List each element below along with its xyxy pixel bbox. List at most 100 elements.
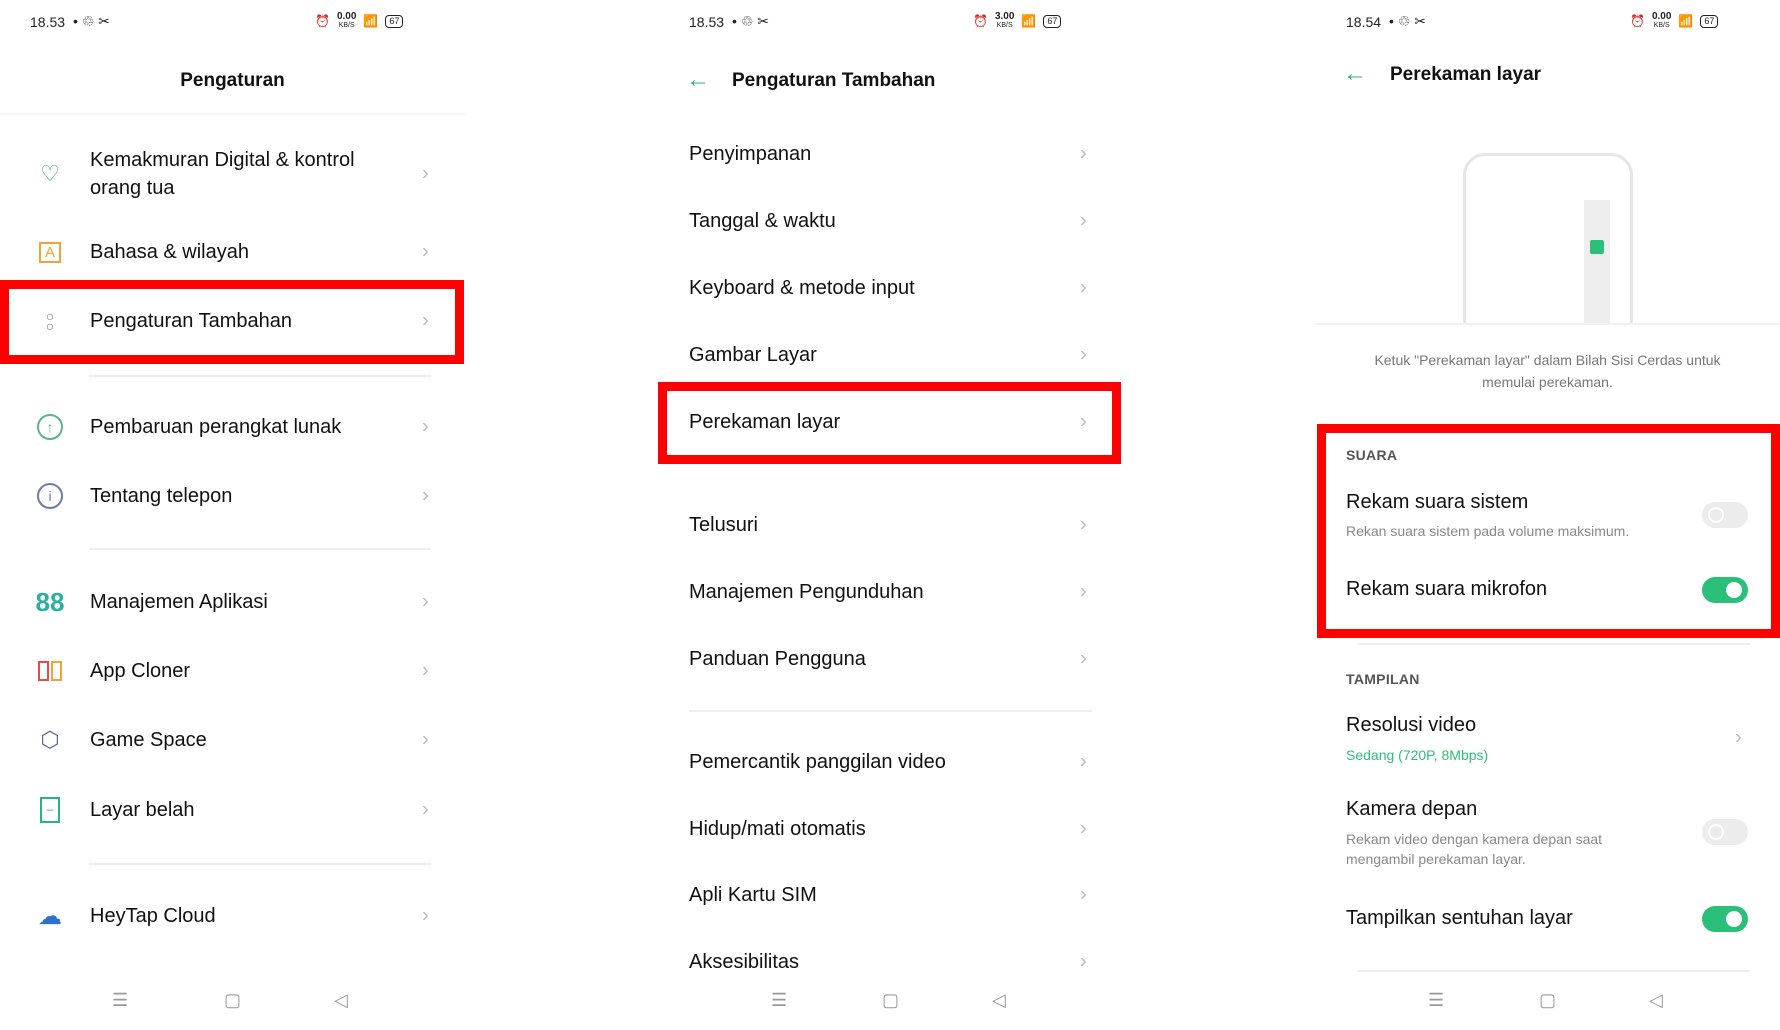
chevron-right-icon: › [422,162,429,185]
item-label: Pembaruan perangkat lunak [90,416,342,438]
app-cloner-icon [36,657,64,685]
settings-item[interactable]: Panduan Pengguna › [658,629,1123,689]
divider [1357,970,1750,972]
settings-item[interactable]: Hidup/mati otomatis › [658,799,1123,859]
item-label: Bahasa & wilayah [90,241,249,263]
home-nav-button[interactable]: ▢ [1539,990,1556,1011]
wifi-icon: 📶 [1678,14,1694,28]
notification-icons: • ♲ ✂ [1389,13,1427,29]
back-arrow-icon[interactable]: ← [1343,60,1367,88]
back-nav-button[interactable]: ◁ [1649,990,1663,1011]
chevron-right-icon: › [1080,750,1087,773]
screen-recording-screen: 18.54 • ♲ ✂ ⏰ 0.00 KB/S 📶 67 ← Perekaman laya… [1315,0,1780,1030]
settings-item[interactable]: Manajemen Pengunduhan › [658,562,1123,622]
menu-nav-button[interactable]: ☰ [112,990,128,1011]
settings-item-game-space[interactable]: ⬡ Game Space › [0,710,465,770]
item-label: Tentang telepon [90,485,233,507]
page-title: Perekaman layar [1390,64,1542,85]
chevron-right-icon: › [1080,647,1087,670]
show-touches-label: Tampilkan sentuhan layar [1346,907,1573,929]
divider [689,710,1092,712]
chevron-right-icon: › [1080,817,1087,840]
menu-nav-button[interactable]: ☰ [1428,990,1444,1011]
net-speed-value: 0.00 [1651,11,1672,22]
chevron-right-icon: › [422,415,429,438]
settings-item[interactable]: Pemercantik panggilan video › [658,732,1123,792]
chevron-right-icon: › [422,798,429,821]
battery-icon: 67 [385,14,404,28]
item-label: Pemercantik panggilan video [689,751,946,773]
language-icon: A [36,238,64,266]
highlight-box [0,280,464,364]
settings-item[interactable]: Aksesibilitas › [658,932,1123,992]
item-label: Manajemen Aplikasi [90,591,268,613]
alarm-icon: ⏰ [315,14,330,28]
software-update-icon: ↑ [36,413,64,441]
digital-wellbeing-icon: ♡ [40,161,60,186]
instruction-caption: Ketuk "Perekaman layar" dalam Bilah Sisi… [1374,352,1721,390]
net-speed: 0.00 KB/S [1652,12,1671,30]
settings-item-language[interactable]: A Bahasa & wilayah › [0,222,465,282]
alarm-icon: ⏰ [1630,14,1645,28]
item-label: Layar belah [90,799,195,821]
alarm-icon: ⏰ [973,14,988,28]
settings-item-heytap-cloud[interactable]: ☁ HeyTap Cloud › [0,886,465,946]
clock: 18.53 [30,13,66,30]
chevron-right-icon: › [1080,513,1087,536]
item-label: Aksesibilitas [689,951,800,973]
split-screen-icon: – [36,796,64,824]
chevron-right-icon: › [1080,580,1087,603]
chevron-right-icon: › [422,728,429,751]
notification-icons: • ♲ ✂ [73,13,111,29]
settings-item[interactable]: Tanggal & waktu › [658,191,1123,251]
settings-item-app-management[interactable]: 88 Manajemen Aplikasi › [0,572,465,632]
settings-item[interactable]: Apli Kartu SIM › [658,865,1123,925]
front-camera-toggle[interactable] [1702,819,1748,845]
front-camera-label: Kamera depan [1346,798,1478,820]
item-label: Manajemen Pengunduhan [689,581,924,603]
net-speed: 0.00 KB/S [337,12,356,30]
game-space-icon: ⬡ [40,727,60,752]
chevron-right-icon: › [1080,142,1087,165]
record-icon [1590,240,1604,254]
phone-illustration [1463,153,1633,323]
net-speed-unit: KB/S [996,22,1013,29]
status-bar: 18.53 • ♲ ✂ [30,13,110,30]
chevron-right-icon: › [422,484,429,507]
header-divider [0,113,465,115]
settings-item-software-update[interactable]: ↑ Pembaruan perangkat lunak › [0,397,465,457]
chevron-right-icon: › [422,590,429,613]
settings-item[interactable]: Gambar Layar › [658,325,1123,385]
settings-item[interactable]: Telusuri › [658,495,1123,555]
chevron-right-icon: › [1080,276,1087,299]
home-nav-button[interactable]: ▢ [882,990,899,1011]
wifi-icon: 📶 [363,14,379,28]
status-icons: ⏰ 0.00 KB/S 📶 67 [315,12,404,30]
item-label: Penyimpanan [689,143,812,165]
apps-icon: 88 [35,586,65,617]
settings-item-split-screen[interactable]: – Layar belah › [0,780,465,840]
item-label: Tanggal & waktu [689,210,836,232]
item-label: Apli Kartu SIM [689,884,817,906]
chevron-right-icon: › [422,240,429,263]
video-resolution-label: Resolusi video [1346,714,1477,736]
settings-item-app-cloner[interactable]: App Cloner › [0,641,465,701]
back-nav-button[interactable]: ◁ [992,990,1006,1011]
chevron-right-icon: › [1080,950,1087,973]
settings-item[interactable]: Penyimpanan › [658,124,1123,184]
item-label: Keyboard & metode input [689,277,915,299]
status-icons: ⏰ 0.00 KB/S 📶 67 [1630,12,1719,30]
chevron-right-icon: › [1080,343,1087,366]
show-touches-toggle[interactable] [1702,906,1748,932]
back-nav-button[interactable]: ◁ [334,990,348,1011]
menu-nav-button[interactable]: ☰ [771,990,787,1011]
settings-item-digital-wellbeing[interactable]: ♡ Kemakmuran Digital & kontrol orang tua › [0,139,465,209]
back-arrow-icon[interactable]: ← [686,66,710,94]
settings-item[interactable]: Keyboard & metode input › [658,258,1123,318]
net-speed-value: 3.00 [994,11,1015,22]
clock: 18.53 [689,13,725,30]
home-nav-button[interactable]: ▢ [224,990,241,1011]
page-title: Pengaturan Tambahan [732,70,936,91]
settings-item-about-phone[interactable]: i Tentang telepon › [0,466,465,526]
chevron-right-icon: › [1735,726,1742,749]
